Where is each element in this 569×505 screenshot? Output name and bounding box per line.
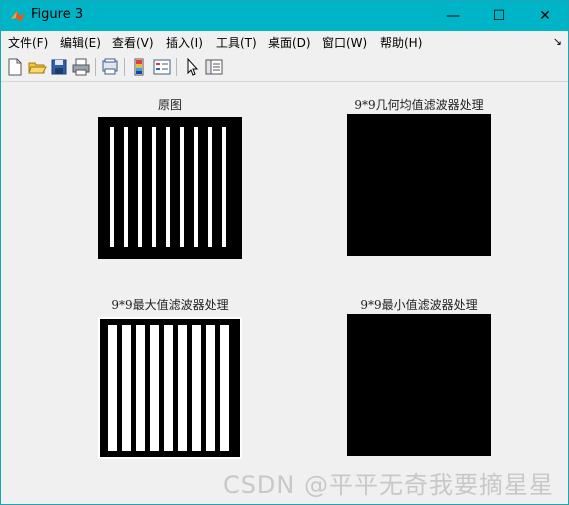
image-stripe [222, 127, 226, 247]
toolbar-separator [124, 58, 125, 76]
maximize-button[interactable]: ☐ [476, 1, 522, 31]
matlab-logo-icon [11, 11, 25, 22]
image-stripe [206, 325, 215, 451]
new-figure-icon[interactable] [5, 57, 25, 77]
save-icon[interactable] [49, 57, 69, 77]
window-title: Figure 3 [31, 7, 84, 22]
image-stripe [164, 325, 173, 451]
image-stripe [180, 127, 184, 247]
close-button[interactable]: ✕ [522, 1, 568, 31]
print-icon[interactable] [71, 57, 91, 77]
toolbar [1, 53, 568, 82]
toolbar-separator [176, 58, 177, 76]
minimize-icon: — [446, 8, 460, 24]
menu-bar: 文件(F) 编辑(E) 查看(V) 插入(I) 工具(T) 桌面(D) 窗口(W… [1, 31, 568, 53]
menu-edit[interactable]: 编辑(E) [60, 34, 101, 51]
image-stripe [110, 127, 114, 247]
figure-canvas: 原图 9*9几何均值滤波器处理 9*9最大值滤波器处理 9*9最小值滤波器处理 [2, 82, 567, 504]
menu-tools[interactable]: 工具(T) [216, 34, 257, 51]
print-preview-icon[interactable] [100, 57, 120, 77]
image-stripe [124, 127, 128, 247]
image-stripe [220, 325, 229, 451]
legend-icon[interactable] [152, 57, 172, 77]
image-axes-max-filter [98, 317, 242, 459]
menu-desktop[interactable]: 桌面(D) [268, 34, 311, 51]
image-axes-min-filter [347, 314, 491, 456]
plot-title-max-filter: 9*9最大值滤波器处理 [111, 298, 229, 312]
plot-title-min-filter: 9*9最小值滤波器处理 [360, 298, 478, 312]
menu-file[interactable]: 文件(F) [8, 34, 48, 51]
image-stripe [136, 325, 145, 451]
menu-insert[interactable]: 插入(I) [166, 34, 203, 51]
menu-help[interactable]: 帮助(H) [380, 34, 422, 51]
image-stripe [152, 127, 156, 247]
image-axes-original [98, 117, 242, 259]
colorbar-icon[interactable] [130, 57, 150, 77]
image-stripe [192, 325, 201, 451]
pointer-icon[interactable] [182, 57, 202, 77]
watermark-text: CSDN @平平无奇我要摘星星 [222, 471, 554, 499]
minimize-button[interactable]: — [430, 1, 476, 31]
dock-arrow-icon[interactable]: ↘ [553, 35, 562, 48]
image-axes-geometric-mean [347, 114, 491, 256]
title-bar[interactable]: Figure 3 — ☐ ✕ [1, 1, 568, 31]
image-stripe [138, 127, 142, 247]
image-stripe [208, 127, 212, 247]
image-stripe [194, 127, 198, 247]
image-stripe [122, 325, 131, 451]
open-file-icon[interactable] [27, 57, 47, 77]
property-editor-icon[interactable] [204, 57, 224, 77]
image-stripe [178, 325, 187, 451]
toolbar-separator [95, 58, 96, 76]
maximize-icon: ☐ [492, 8, 506, 24]
image-stripe [166, 127, 170, 247]
image-stripe [108, 325, 117, 451]
figure-window: Figure 3 — ☐ ✕ 文件(F) 编辑(E) 查看(V) 插入(I) 工… [0, 0, 569, 505]
menu-view[interactable]: 查看(V) [112, 34, 154, 51]
plot-title-geometric-mean: 9*9几何均值滤波器处理 [354, 98, 484, 112]
close-icon: ✕ [539, 8, 551, 24]
image-stripe [150, 325, 159, 451]
menu-window[interactable]: 窗口(W) [322, 34, 367, 51]
plot-title-original: 原图 [157, 98, 182, 112]
